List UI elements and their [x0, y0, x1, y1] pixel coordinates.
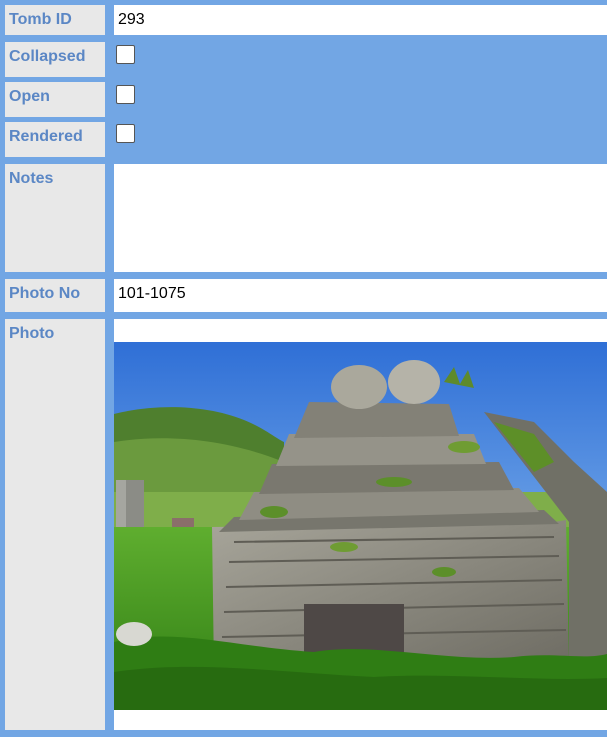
open-checkbox[interactable] — [116, 85, 135, 104]
photo-label: Photo — [5, 319, 105, 730]
notes-label: Notes — [5, 164, 105, 272]
tomb-record-form: Tomb ID 293 Collapsed Open Rendered Note… — [0, 0, 607, 737]
collapsed-checkbox[interactable] — [116, 45, 135, 64]
notes-field[interactable] — [114, 164, 607, 272]
photo-no-label: Photo No — [5, 279, 105, 312]
tomb-id-field[interactable]: 293 — [114, 5, 607, 35]
rendered-checkbox[interactable] — [116, 124, 135, 143]
photo-no-field[interactable]: 101-1075 — [114, 279, 607, 312]
open-label: Open — [5, 82, 105, 117]
photo-field — [114, 319, 607, 730]
rendered-label: Rendered — [5, 122, 105, 157]
collapsed-label: Collapsed — [5, 42, 105, 77]
tomb-photo[interactable] — [114, 342, 607, 710]
tomb-photo-image — [114, 342, 607, 710]
tomb-id-label: Tomb ID — [5, 5, 105, 35]
